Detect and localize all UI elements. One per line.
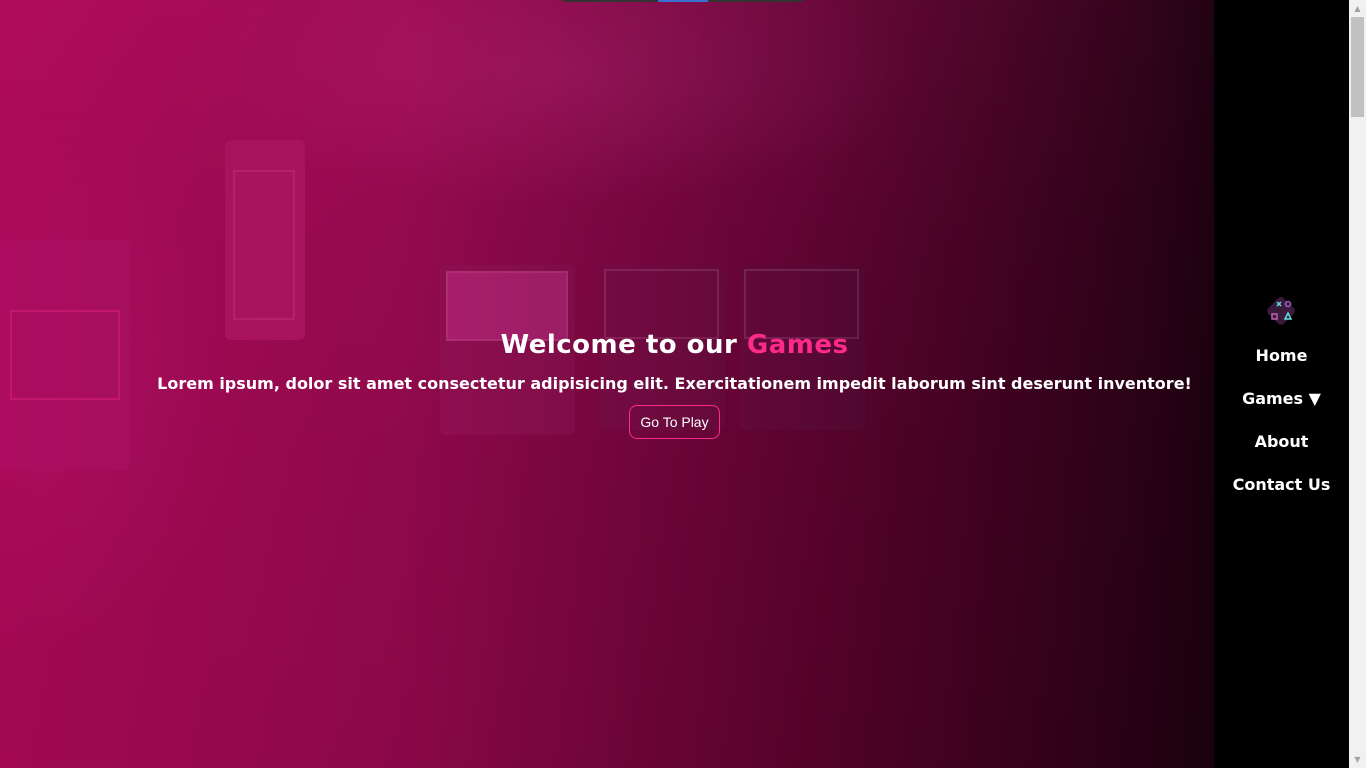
top-progress-active (658, 0, 708, 2)
hero-title: Welcome to our Games (0, 330, 1349, 360)
hero-title-accent: Games (746, 330, 849, 360)
sidebar-item-about[interactable]: About (1214, 431, 1349, 474)
sidebar-item-games[interactable]: Games ▼ (1214, 388, 1349, 431)
sidebar-item-home[interactable]: Home (1214, 345, 1349, 388)
go-to-play-button[interactable]: Go To Play (629, 405, 720, 439)
top-progress-strip (563, 0, 803, 2)
gamepad-logo-icon[interactable] (1262, 292, 1300, 330)
hero-subtitle: Lorem ipsum, dolor sit amet consectetur … (157, 374, 1192, 393)
hero-section: Welcome to our Games Lorem ipsum, dolor … (0, 330, 1349, 439)
scroll-up-arrow-icon[interactable]: ▲ (1349, 0, 1366, 17)
sidebar-item-contact[interactable]: Contact Us (1214, 474, 1349, 517)
hero-title-prefix: Welcome to our (500, 330, 738, 360)
sidebar-nav: Home Games ▼ About Contact Us (1214, 0, 1349, 768)
scrollbar-thumb[interactable] (1351, 17, 1364, 117)
sidebar-menu: Home Games ▼ About Contact Us (1214, 345, 1349, 517)
vertical-scrollbar[interactable]: ▲ ▼ (1349, 0, 1366, 768)
scroll-down-arrow-icon[interactable]: ▼ (1349, 751, 1366, 768)
